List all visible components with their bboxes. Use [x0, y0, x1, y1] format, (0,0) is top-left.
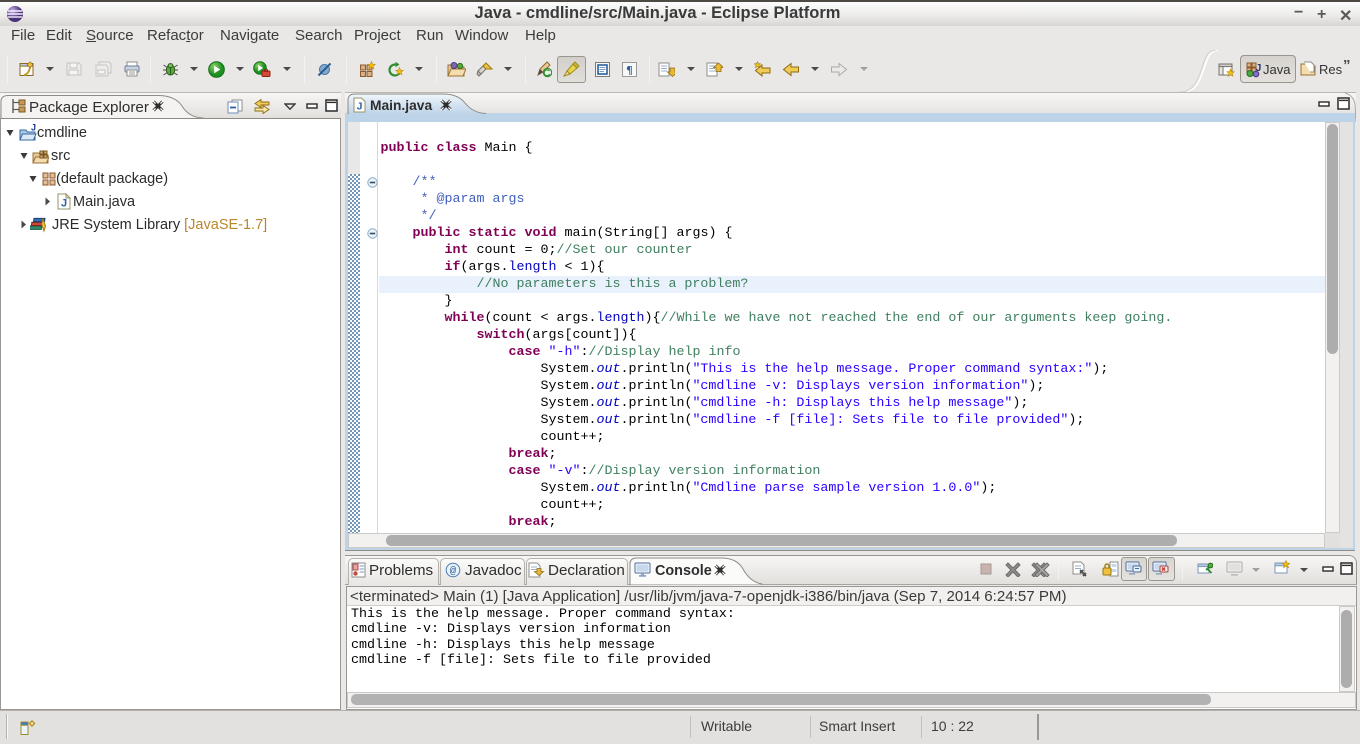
svg-text:J: J [357, 101, 363, 113]
svg-text:¶: ¶ [626, 63, 632, 77]
svg-text:J: J [1256, 63, 1262, 74]
svg-text:J: J [61, 198, 67, 210]
svg-text:J: J [31, 123, 36, 133]
svg-text:@: @ [450, 566, 457, 578]
